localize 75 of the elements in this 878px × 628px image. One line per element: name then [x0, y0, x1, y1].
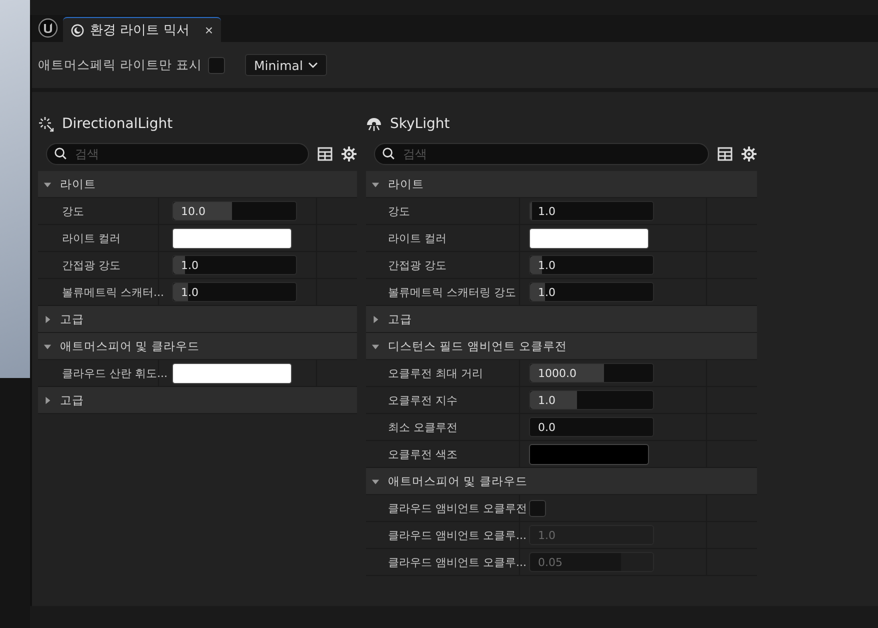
number-field[interactable]: 0.0: [529, 417, 654, 437]
category-label: 애트머스피어 및 클라우드: [60, 338, 200, 354]
number-field[interactable]: 10.0: [172, 201, 297, 221]
number-field[interactable]: 1.0: [529, 255, 654, 275]
property-label: 오클루전 지수: [388, 392, 458, 408]
chevron-down-icon: [308, 62, 318, 68]
dome-light-icon: [366, 116, 382, 132]
caret-icon: [371, 180, 380, 188]
checkbox-label: 애트머스페릭 라이트만 표시: [38, 56, 202, 74]
caret-icon: [43, 314, 52, 324]
property-label: 라이트 컬러: [388, 230, 446, 246]
property-label: 오클루전 최대 거리: [388, 366, 483, 380]
property-label: 최소 오클루전: [388, 420, 458, 434]
category-label: 고급: [60, 312, 84, 326]
settings-icon[interactable]: [341, 146, 357, 162]
search-icon: [54, 147, 67, 160]
category-header[interactable]: 라이트: [38, 171, 357, 198]
category-label: 디스턴스 필드 앰비언트 오클루전: [388, 338, 567, 354]
category-header[interactable]: 애트머스피어 및 클라우드: [38, 333, 357, 360]
caret-icon: [371, 342, 380, 350]
property-label: 클라우드 앰비언트 오클루...: [388, 528, 526, 542]
search-icon: [382, 147, 395, 160]
crescent-icon: [71, 24, 84, 36]
property-label: 오클루전 색조: [388, 446, 458, 462]
property-label: 볼류메트릭 스캐터...: [62, 284, 164, 300]
caret-icon: [43, 396, 52, 404]
logo-icon: [38, 18, 58, 38]
property-label: 볼류메트릭 스캐터링 강도: [388, 284, 516, 300]
search-field[interactable]: 검색: [374, 143, 709, 165]
property-label: 클라우드 산란 휘도...: [62, 366, 168, 380]
category-label: 라이트: [60, 176, 96, 192]
actor-name: DirectionalLight: [62, 116, 173, 132]
caret-icon: [43, 180, 52, 188]
category-header[interactable]: 고급: [38, 306, 357, 333]
color-swatch[interactable]: [172, 228, 292, 248]
property-label: 클라우드 앰비언트 오클루전: [388, 500, 527, 516]
close-button[interactable]: ×: [204, 22, 213, 38]
checkbox[interactable]: [208, 56, 225, 74]
search-field[interactable]: 검색: [46, 143, 309, 165]
sun-rays-icon: [38, 116, 54, 132]
category-label: 고급: [60, 392, 84, 408]
table-icon[interactable]: [317, 146, 333, 162]
property-label: 간접광 강도: [388, 258, 446, 272]
number-field[interactable]: 1.0: [172, 282, 297, 302]
property-label: 간접광 강도: [62, 258, 120, 272]
category-header[interactable]: 애트머스피어 및 클라우드: [366, 468, 757, 495]
category-header[interactable]: 라이트: [366, 171, 757, 198]
settings-icon[interactable]: [741, 146, 757, 162]
number-field[interactable]: 1.0: [172, 255, 297, 275]
tab[interactable]: 환경 라이트 믹서 ×: [63, 17, 221, 42]
category-header[interactable]: 고급: [366, 306, 757, 333]
number-field[interactable]: 1000.0: [529, 363, 654, 383]
category-header[interactable]: 디스턴스 필드 앰비언트 오클루전: [366, 333, 757, 360]
category-label: 고급: [388, 312, 412, 326]
number-field[interactable]: 1.0: [529, 282, 654, 302]
tab-title: 환경 라이트 믹서: [90, 22, 190, 39]
property-label: 강도: [62, 204, 84, 218]
category-label: 라이트: [388, 176, 424, 192]
number-field[interactable]: 1.0: [529, 201, 654, 221]
property-label: 클라우드 앰비언트 오클루...: [388, 554, 526, 570]
checkbox[interactable]: [529, 500, 546, 516]
table-icon[interactable]: [717, 146, 733, 162]
caret-icon: [371, 314, 380, 324]
caret-icon: [43, 342, 52, 350]
actor-name: SkyLight: [390, 116, 450, 132]
color-swatch[interactable]: [172, 362, 292, 384]
view-mode-dropdown[interactable]: Minimal: [244, 54, 327, 76]
property-label: 강도: [388, 204, 410, 218]
caret-icon: [371, 476, 380, 486]
color-swatch[interactable]: [529, 444, 649, 464]
color-swatch[interactable]: [529, 228, 649, 248]
property-label: 라이트 컬러: [62, 230, 120, 246]
category-label: 애트머스피어 및 클라우드: [388, 474, 528, 488]
number-field[interactable]: 1.0: [529, 390, 654, 410]
category-header[interactable]: 고급: [38, 387, 357, 414]
